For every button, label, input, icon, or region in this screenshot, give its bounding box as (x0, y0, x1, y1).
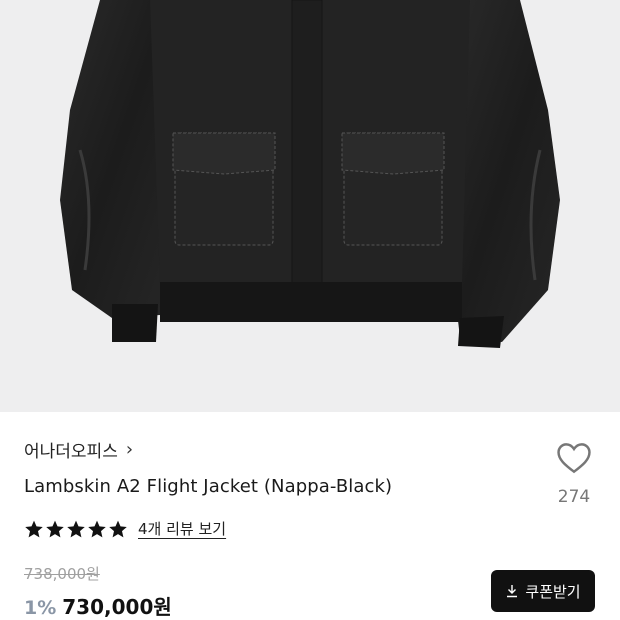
original-price: 738,000원 (24, 565, 100, 583)
wishlist-button[interactable] (555, 440, 593, 478)
wishlist-count: 274 (557, 487, 591, 507)
discount-rate: 1% (24, 597, 57, 619)
star-icon (109, 520, 127, 537)
heart-icon (557, 443, 591, 474)
chevron-right-icon: › (125, 439, 134, 460)
coupon-label: 쿠폰받기 (525, 582, 581, 601)
star-icon (25, 520, 43, 537)
star-rating (24, 519, 128, 539)
star-icon (67, 520, 85, 537)
jacket-illustration (60, 0, 560, 348)
price-row: 1% 730,000원 (24, 591, 172, 620)
product-title: Lambskin A2 Flight Jacket (Nappa-Black) (24, 476, 393, 497)
coupon-button[interactable]: 쿠폰받기 (491, 570, 595, 612)
rating-row: 4개 리뷰 보기 (24, 518, 226, 539)
brand-link[interactable]: 어나더오피스 › (24, 437, 133, 462)
brand-name: 어나더오피스 (24, 442, 118, 462)
review-link[interactable]: 4개 리뷰 보기 (138, 518, 226, 539)
product-image[interactable] (0, 0, 620, 412)
download-icon (507, 585, 518, 598)
sale-price: 730,000원 (62, 595, 172, 619)
star-icon (88, 520, 106, 537)
star-icon (46, 520, 64, 537)
